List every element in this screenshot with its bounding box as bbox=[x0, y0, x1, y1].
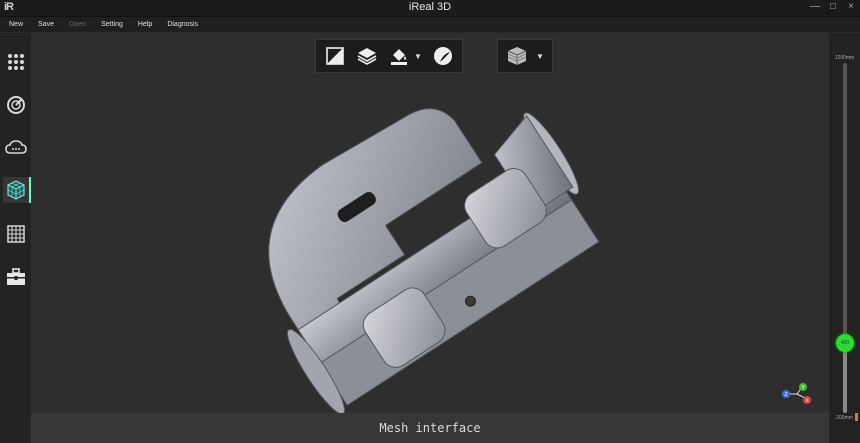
mesh-model bbox=[268, 108, 600, 413]
close-button[interactable]: × bbox=[846, 1, 856, 12]
menu-setting[interactable]: Setting bbox=[101, 21, 123, 28]
status-text: Mesh interface bbox=[379, 421, 481, 435]
status-bar: Mesh interface bbox=[31, 413, 829, 443]
mesh-cube-icon bbox=[7, 180, 25, 200]
sidebar-item-grid[interactable] bbox=[3, 49, 29, 75]
3d-viewport[interactable]: ▼ ▼ Y X Z bbox=[31, 33, 829, 413]
depth-slider-fill bbox=[843, 343, 847, 413]
grid-dots-icon bbox=[8, 54, 24, 70]
scan-radar-icon bbox=[7, 96, 25, 114]
menu-new[interactable]: New bbox=[9, 21, 23, 28]
depth-panel: 1200mm 400 200mm bbox=[829, 33, 860, 443]
grid-table-icon bbox=[7, 225, 25, 243]
slider-value-label: 400 bbox=[840, 340, 850, 346]
title-bar: iR iReal 3D — □ × bbox=[0, 0, 860, 17]
minimize-button[interactable]: — bbox=[810, 1, 820, 12]
cloud-icon bbox=[5, 140, 27, 154]
window-title: iReal 3D bbox=[408, 1, 452, 13]
sidebar-item-table[interactable] bbox=[3, 221, 29, 247]
toolbox-icon bbox=[7, 268, 25, 285]
sidebar-item-tools[interactable] bbox=[3, 264, 29, 290]
slider-max-label: 1200mm bbox=[834, 55, 855, 61]
left-sidebar bbox=[0, 33, 31, 443]
menu-save[interactable]: Save bbox=[38, 21, 54, 28]
depth-slider-track[interactable] bbox=[843, 63, 847, 413]
axis-gizmo: Y X Z bbox=[782, 383, 811, 404]
sidebar-item-scan[interactable] bbox=[3, 92, 29, 118]
window-controls: — □ × bbox=[810, 1, 856, 12]
sidebar-item-mesh[interactable] bbox=[3, 177, 31, 203]
menu-diagnosis[interactable]: Diagnosis bbox=[167, 21, 198, 28]
sidebar-item-cloud[interactable] bbox=[3, 135, 29, 161]
menu-bar: New Save Open Setting Help Diagnosis bbox=[0, 17, 860, 32]
menu-open: Open bbox=[68, 21, 87, 28]
scroll-indicator bbox=[855, 413, 858, 421]
axis-z-label: Z bbox=[784, 392, 787, 398]
maximize-button[interactable]: □ bbox=[828, 1, 838, 12]
menu-help[interactable]: Help bbox=[138, 21, 152, 28]
depth-slider-thumb[interactable]: 400 bbox=[836, 334, 854, 352]
